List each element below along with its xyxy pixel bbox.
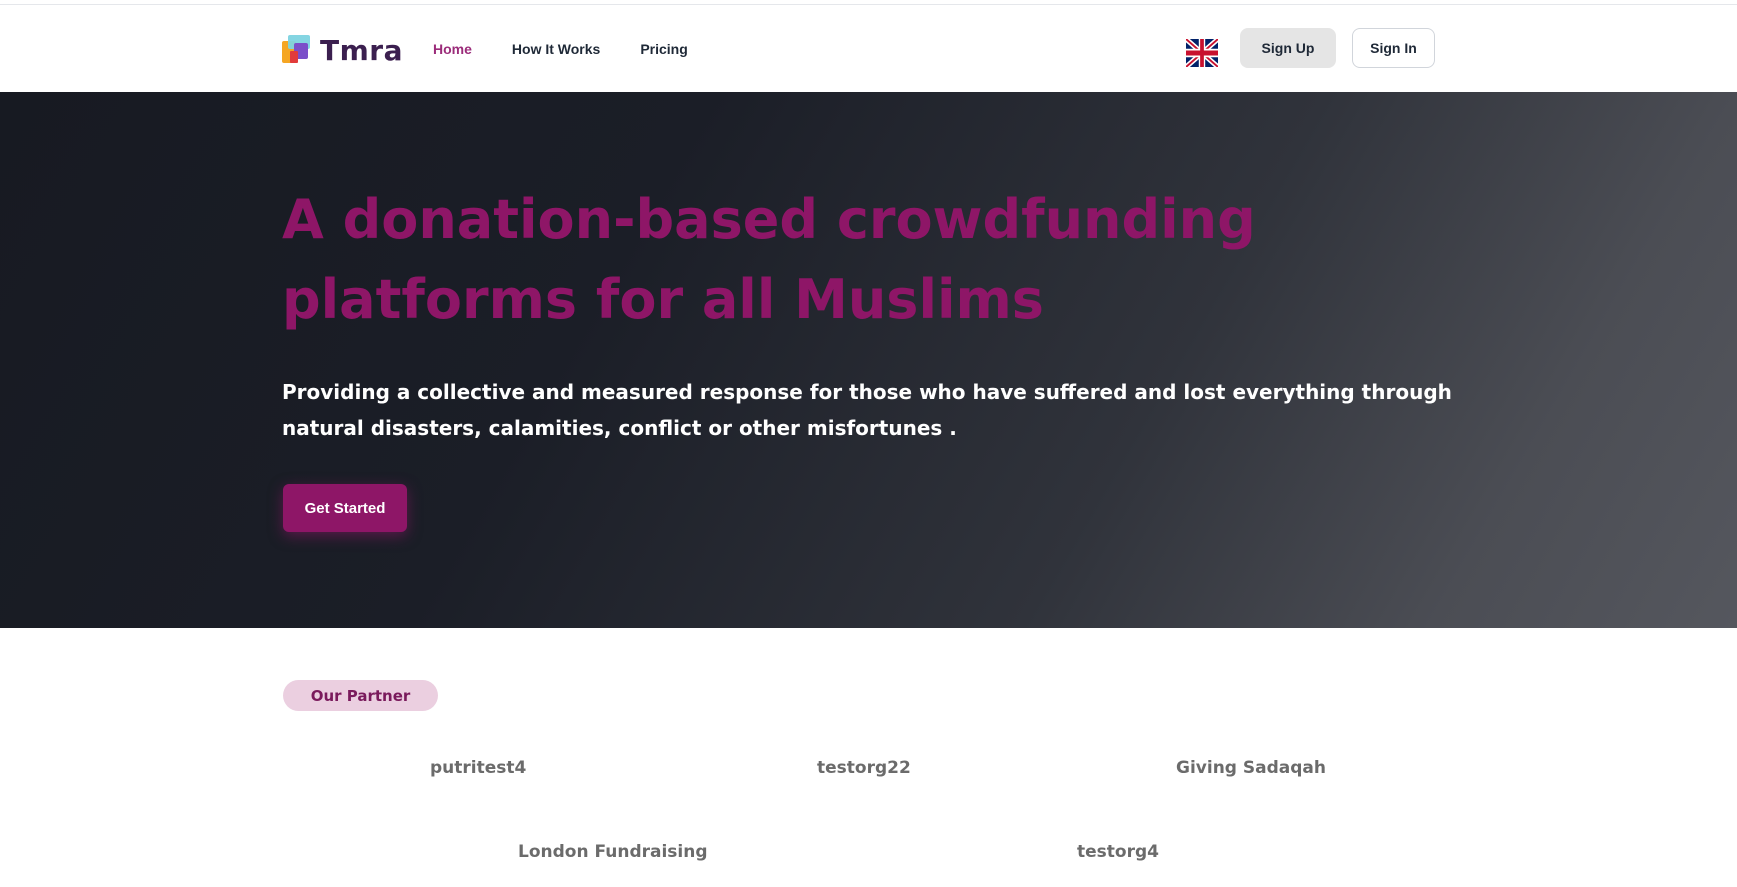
hero-title: A donation-based crowdfunding platforms … bbox=[282, 188, 1256, 331]
partner-item[interactable]: putritest4 bbox=[430, 758, 526, 778]
partner-item[interactable]: testorg22 bbox=[817, 758, 911, 778]
our-partner-badge: Our Partner bbox=[283, 680, 438, 711]
partner-item[interactable]: Giving Sadaqah bbox=[1176, 758, 1326, 778]
hero-section: A donation-based crowdfunding platforms … bbox=[0, 92, 1737, 628]
nav-link-home[interactable]: Home bbox=[433, 41, 472, 57]
logo-icon bbox=[282, 35, 312, 65]
hero-subtitle: Providing a collective and measured resp… bbox=[282, 380, 1452, 440]
logo-text: Tmra bbox=[320, 33, 403, 67]
navbar: Tmra Home How It Works Pricing Sign Up S… bbox=[0, 5, 1737, 92]
sign-up-button[interactable]: Sign Up bbox=[1240, 28, 1336, 68]
nav-link-how-it-works[interactable]: How It Works bbox=[512, 41, 600, 57]
partner-item[interactable]: London Fundraising bbox=[518, 842, 708, 862]
main-nav: Home How It Works Pricing bbox=[433, 41, 688, 57]
partner-item[interactable]: testorg4 bbox=[1077, 842, 1159, 862]
uk-flag-icon[interactable] bbox=[1186, 39, 1218, 67]
logo[interactable]: Tmra bbox=[282, 32, 403, 68]
nav-link-pricing[interactable]: Pricing bbox=[640, 41, 687, 57]
get-started-button[interactable]: Get Started bbox=[283, 484, 407, 532]
partners-section: Our Partner putritest4 testorg22 Giving … bbox=[0, 628, 1737, 887]
sign-in-button[interactable]: Sign In bbox=[1352, 28, 1435, 68]
